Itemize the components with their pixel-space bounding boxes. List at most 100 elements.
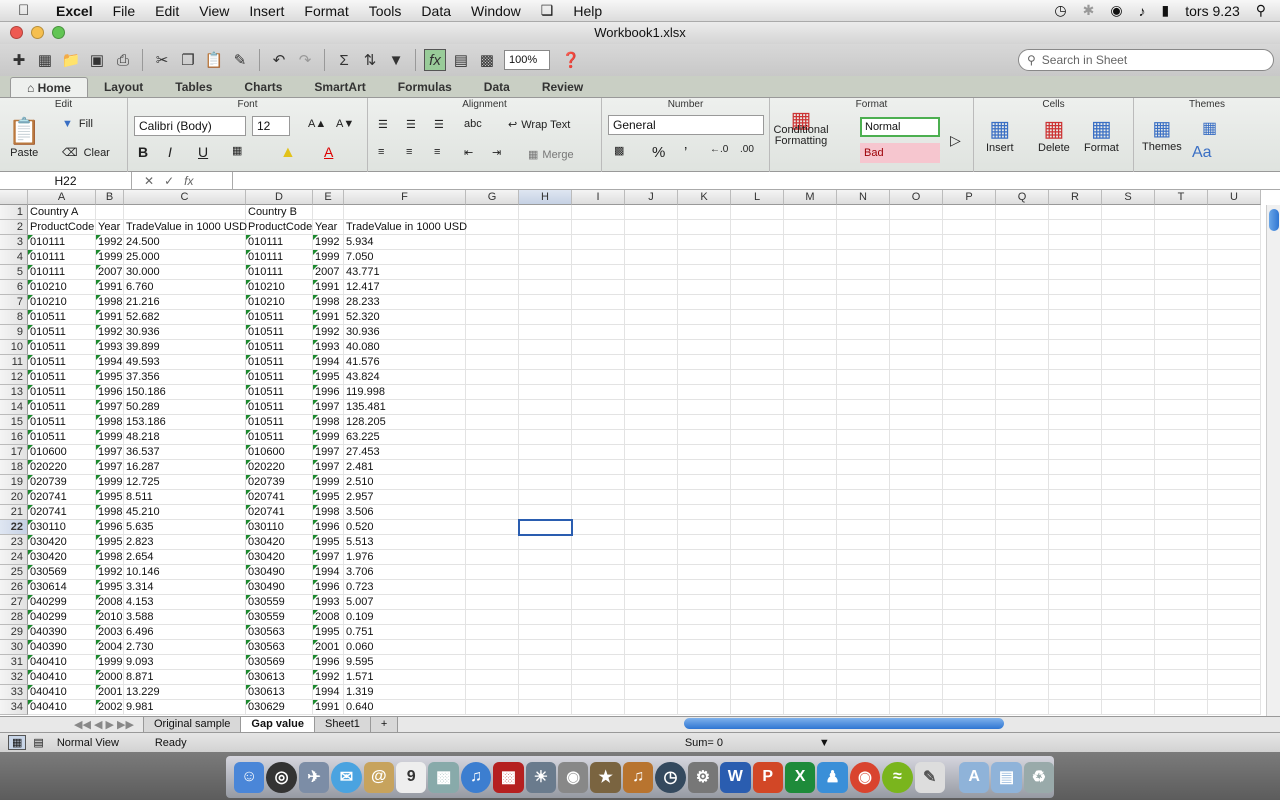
cell[interactable]: [996, 550, 1049, 565]
cell[interactable]: [519, 370, 572, 385]
column-header-c[interactable]: C: [124, 190, 246, 205]
time-machine-dock-icon[interactable]: ◷: [655, 761, 686, 793]
font-name-select[interactable]: Calibri (Body): [134, 116, 246, 136]
cell[interactable]: [519, 580, 572, 595]
cell[interactable]: [1102, 595, 1155, 610]
row-header[interactable]: 26: [0, 580, 28, 595]
cell[interactable]: [837, 610, 890, 625]
decrease-decimal-icon[interactable]: .00: [740, 144, 754, 155]
cell[interactable]: [1049, 490, 1102, 505]
cell[interactable]: [625, 505, 678, 520]
cell[interactable]: [837, 325, 890, 340]
cell[interactable]: [943, 445, 996, 460]
cell[interactable]: [784, 445, 837, 460]
cell[interactable]: [1155, 460, 1208, 475]
dashboard-icon[interactable]: ◎: [266, 761, 297, 793]
wifi-icon[interactable]: ◉: [1110, 2, 1122, 19]
cell[interactable]: [890, 490, 943, 505]
select-all-corner[interactable]: [0, 190, 28, 205]
cell[interactable]: 39.899: [124, 340, 246, 355]
cell[interactable]: [96, 205, 124, 220]
launchpad-icon[interactable]: ✈: [298, 761, 330, 793]
cell[interactable]: [837, 700, 890, 715]
cell[interactable]: [1049, 550, 1102, 565]
cell[interactable]: 1992: [96, 565, 124, 580]
cell[interactable]: [572, 220, 625, 235]
cell[interactable]: 1995: [313, 370, 344, 385]
cell[interactable]: [784, 430, 837, 445]
row-header[interactable]: 32: [0, 670, 28, 685]
cell[interactable]: [731, 595, 784, 610]
cell[interactable]: [996, 520, 1049, 535]
cell[interactable]: [890, 280, 943, 295]
cell[interactable]: 1996: [313, 385, 344, 400]
cell[interactable]: [572, 205, 625, 220]
cell[interactable]: [1049, 520, 1102, 535]
cell[interactable]: [890, 415, 943, 430]
cell[interactable]: [1155, 400, 1208, 415]
cell[interactable]: 1994: [313, 565, 344, 580]
cell[interactable]: [731, 340, 784, 355]
cell[interactable]: [1208, 430, 1261, 445]
cell[interactable]: [890, 505, 943, 520]
cell[interactable]: [1102, 505, 1155, 520]
cell[interactable]: [837, 445, 890, 460]
cell[interactable]: [784, 310, 837, 325]
cell[interactable]: [996, 355, 1049, 370]
cell[interactable]: 2.510: [344, 475, 466, 490]
comma-style-button[interactable]: ’: [684, 144, 687, 161]
cell[interactable]: [1208, 325, 1261, 340]
cell[interactable]: [1049, 325, 1102, 340]
cell[interactable]: [1155, 280, 1208, 295]
cell[interactable]: 020741: [246, 490, 313, 505]
cell[interactable]: [625, 445, 678, 460]
cell[interactable]: [1155, 205, 1208, 220]
preview-icon[interactable]: ▩: [428, 761, 459, 793]
cell[interactable]: 3.506: [344, 505, 466, 520]
column-header-k[interactable]: K: [678, 190, 731, 205]
cell[interactable]: [943, 280, 996, 295]
cell[interactable]: ProductCode: [246, 220, 313, 235]
cell[interactable]: 1998: [313, 505, 344, 520]
cell[interactable]: 010600: [246, 445, 313, 460]
cell[interactable]: [625, 460, 678, 475]
menu-data[interactable]: Data: [411, 3, 461, 19]
cell[interactable]: [1155, 565, 1208, 580]
cell[interactable]: 43.824: [344, 370, 466, 385]
cell[interactable]: [784, 670, 837, 685]
cell[interactable]: [837, 580, 890, 595]
cell[interactable]: 1997: [96, 400, 124, 415]
cell[interactable]: [519, 700, 572, 715]
cell[interactable]: [625, 205, 678, 220]
cell[interactable]: [1049, 610, 1102, 625]
cell[interactable]: [466, 580, 519, 595]
cell[interactable]: [890, 250, 943, 265]
template-gallery-icon[interactable]: ▦: [34, 49, 56, 71]
cell[interactable]: [943, 235, 996, 250]
row-header[interactable]: 9: [0, 325, 28, 340]
tab-review[interactable]: Review: [526, 77, 599, 97]
menu-window[interactable]: Window: [461, 3, 531, 19]
styles-more-icon[interactable]: ▷: [950, 132, 961, 149]
cell[interactable]: [572, 535, 625, 550]
cell[interactable]: [519, 325, 572, 340]
cell[interactable]: [1208, 625, 1261, 640]
cell[interactable]: 010111: [246, 235, 313, 250]
cell[interactable]: [572, 430, 625, 445]
cell[interactable]: [996, 505, 1049, 520]
cell[interactable]: [731, 295, 784, 310]
cell[interactable]: 2010: [96, 610, 124, 625]
cell[interactable]: [625, 550, 678, 565]
cell[interactable]: 128.205: [344, 415, 466, 430]
cell[interactable]: [625, 565, 678, 580]
itunes-icon[interactable]: ♫: [460, 761, 492, 793]
cell[interactable]: [1102, 430, 1155, 445]
menu-format[interactable]: Format: [294, 3, 358, 19]
cell[interactable]: [1155, 550, 1208, 565]
column-header-n[interactable]: N: [837, 190, 890, 205]
cell[interactable]: 1996: [96, 520, 124, 535]
cell[interactable]: [519, 655, 572, 670]
cell[interactable]: 020741: [246, 505, 313, 520]
tab-data[interactable]: Data: [468, 77, 526, 97]
cell[interactable]: [625, 595, 678, 610]
